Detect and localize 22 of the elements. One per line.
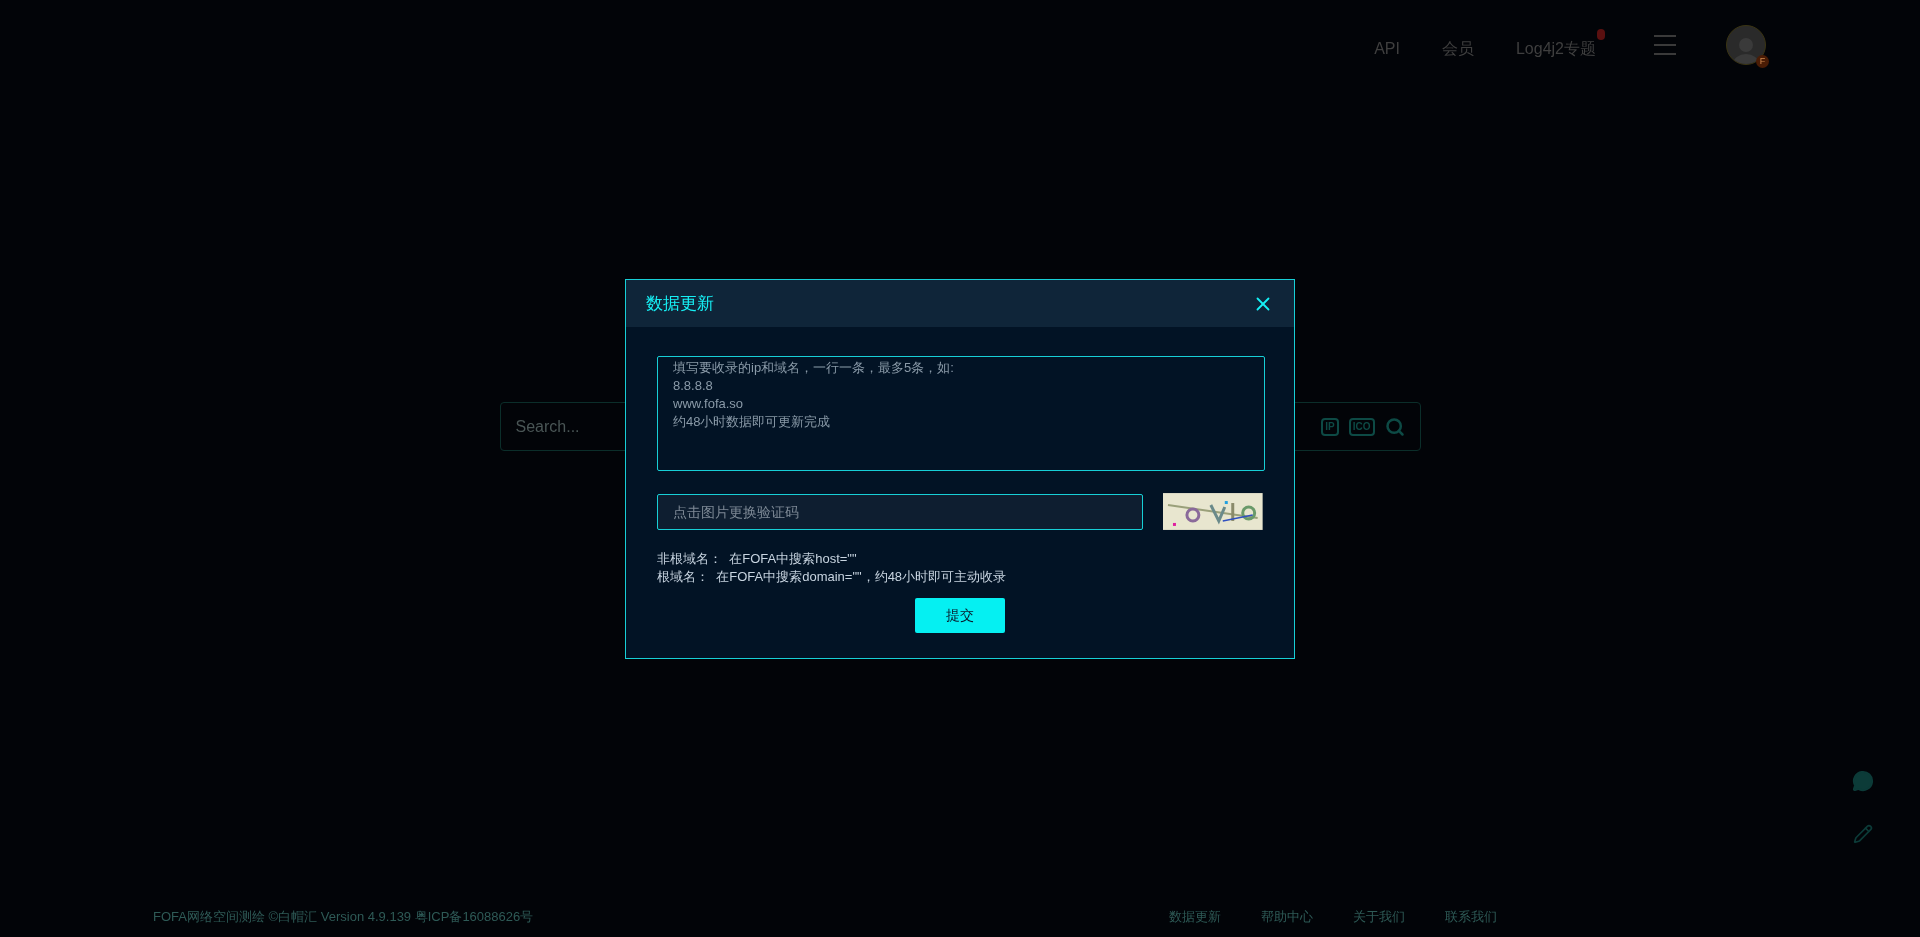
edit-icon[interactable]: [1853, 824, 1873, 844]
nav-link[interactable]: 会员: [1440, 29, 1475, 61]
footer-link[interactable]: 关于我们: [1353, 907, 1405, 927]
dialog-title: 数据更新: [646, 292, 714, 315]
submit-button[interactable]: 提交: [915, 598, 1005, 633]
avatar-badge: F: [1756, 55, 1769, 68]
hint-text: 非根域名： 在FOFA中搜索host="": [657, 550, 858, 568]
avatar[interactable]: [1726, 25, 1766, 65]
captcha-field[interactable]: 点击图片更换验证码: [657, 493, 1144, 530]
footer-link[interactable]: 帮助中心: [1261, 907, 1313, 927]
footer-link[interactable]: 数据更新: [1169, 907, 1221, 927]
chat-icon[interactable]: [1852, 770, 1874, 792]
nav-link[interactable]: Log4j2专题: [1514, 29, 1606, 61]
hint-text: 根域名： 在FOFA中搜索domain=""，约48小时即可主动收录: [657, 568, 1008, 586]
footer-link[interactable]: 联系我们: [1445, 907, 1497, 927]
ip-icon[interactable]: IP: [1321, 417, 1339, 436]
menu-icon[interactable]: [1654, 35, 1676, 55]
nav-link[interactable]: API: [1373, 29, 1401, 61]
footer-text: FOFA网络空间测绘 ©白帽汇 Version 4.9.139 粤ICP备16088626号: [153, 908, 534, 927]
ico-icon[interactable]: ICO: [1348, 417, 1375, 436]
search-icon[interactable]: [1384, 416, 1405, 437]
input-field[interactable]: 填写要收录的ip和域名，一行一条，最多5条，如: 8.8.8.8 www.fofa.so 约48小时数据即可更新完成: [657, 356, 1265, 471]
